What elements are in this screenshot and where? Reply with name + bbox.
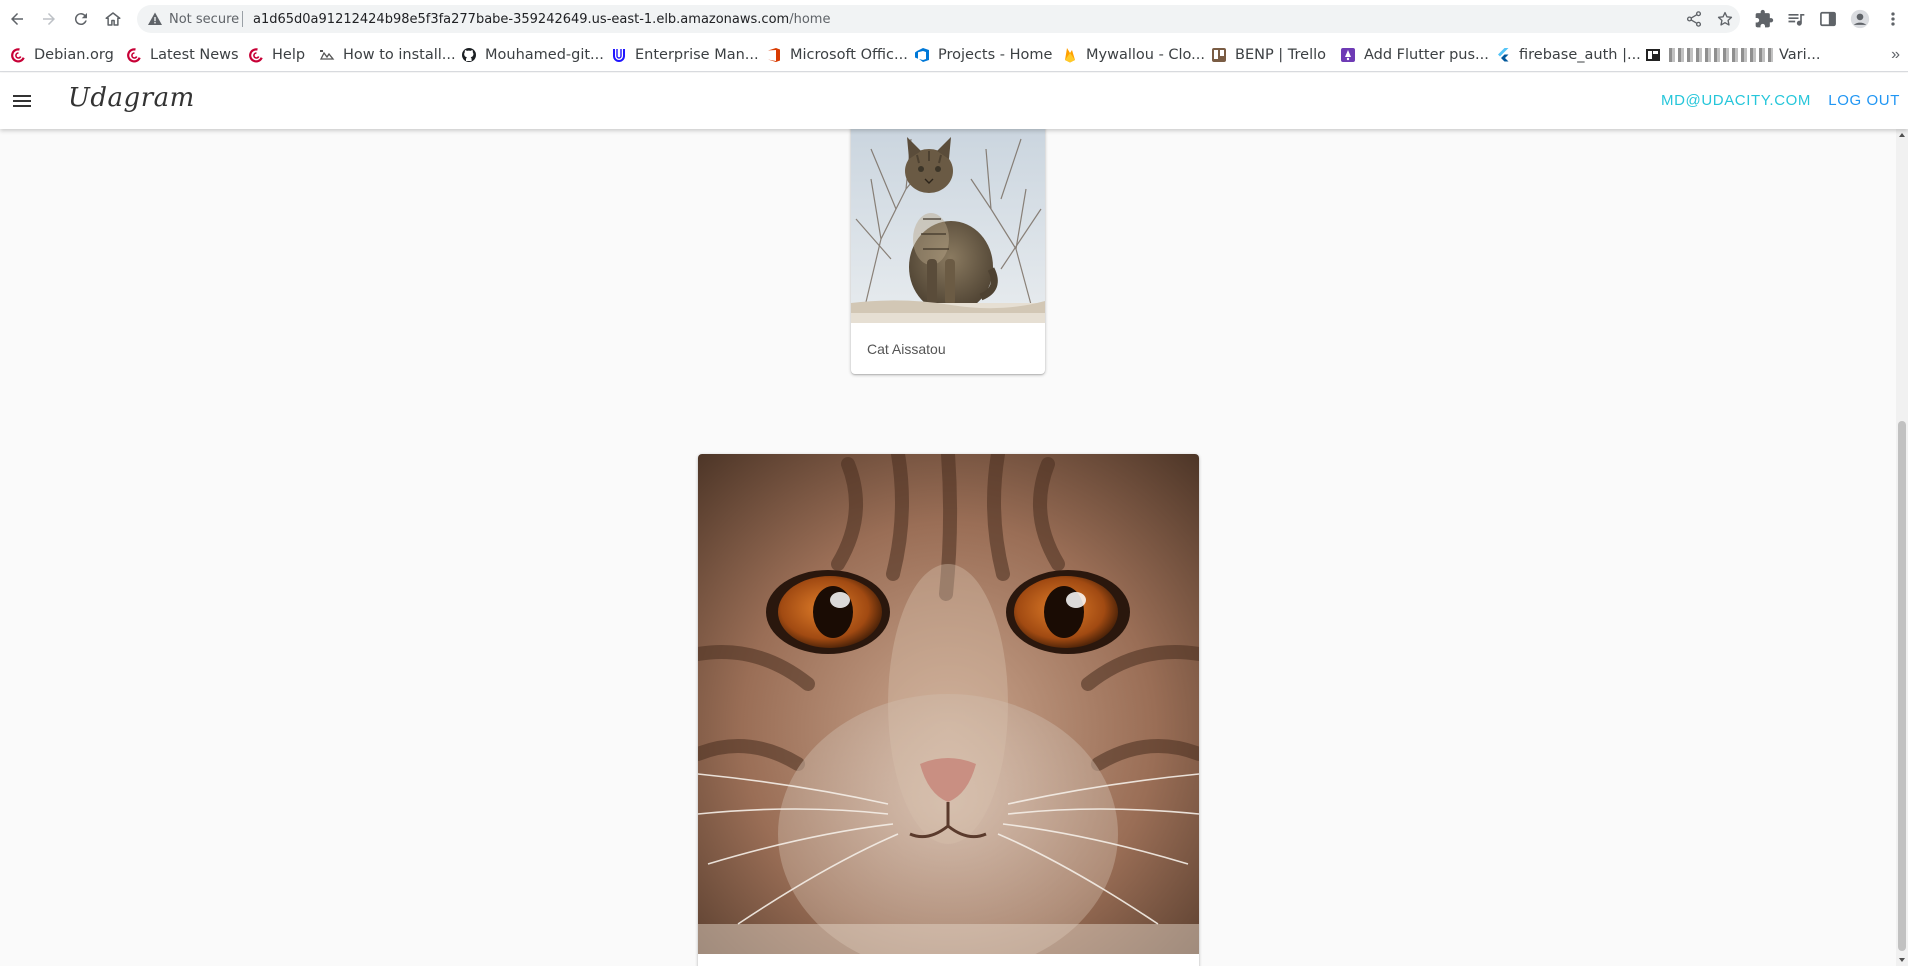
feed-card: Cat Aissatou xyxy=(851,129,1045,374)
bookmark-label: Projects - Home xyxy=(938,47,1053,63)
scroll-down-arrow-icon[interactable] xyxy=(1898,956,1906,964)
forward-button[interactable] xyxy=(37,7,61,31)
bookmark-label: Debian.org xyxy=(34,47,114,63)
more-bookmarks-icon[interactable]: » xyxy=(1891,46,1900,64)
address-bar[interactable]: Not secure a1d65d0a91212424b98e5f3fa277b… xyxy=(137,5,1740,33)
reload-icon xyxy=(74,13,87,26)
back-button[interactable] xyxy=(5,7,29,31)
office-icon xyxy=(768,48,780,62)
more-menu-icon[interactable] xyxy=(1886,9,1900,29)
app-toolbar: Udagram MD@UDACITY.COM LOG OUT xyxy=(0,73,1908,129)
bookmark-item[interactable]: Mouhamed-git... xyxy=(461,45,604,65)
bookmark-item[interactable]: Add Flutter pus... xyxy=(1340,45,1489,65)
bookmark-label: Enterprise Man... xyxy=(635,47,759,63)
share-icon[interactable] xyxy=(1685,10,1703,28)
debian-icon xyxy=(249,48,263,63)
bookmark-label: firebase_auth |... xyxy=(1519,47,1641,63)
bookmark-item[interactable]: Debian.org xyxy=(10,45,114,65)
media-control-icon[interactable] xyxy=(1786,9,1806,29)
user-email-link[interactable]: MD@UDACITY.COM xyxy=(1661,92,1811,109)
bookmark-item[interactable]: Enterprise Man... xyxy=(611,45,759,65)
bookmark-item[interactable]: BENP | Trello xyxy=(1211,45,1326,65)
purple-icon xyxy=(1341,48,1355,62)
udacity-icon xyxy=(613,49,625,62)
reload-button[interactable] xyxy=(69,7,93,31)
bookmark-label: Mouhamed-git... xyxy=(485,47,604,63)
page-icon xyxy=(319,50,335,60)
bookmark-item[interactable]: firebase_auth |... xyxy=(1495,45,1641,65)
bookmark-label: Mywallou - Clo... xyxy=(1086,47,1206,63)
bookmark-label: Add Flutter pus... xyxy=(1364,47,1489,63)
right-eye xyxy=(1006,570,1130,654)
bookmark-item[interactable]: Microsoft Offic... xyxy=(766,45,908,65)
bookmark-item[interactable]: Projects - Home xyxy=(914,45,1052,65)
forward-arrow-icon xyxy=(43,13,55,25)
scroll-up-arrow-icon[interactable] xyxy=(1898,131,1906,139)
url-path: /home xyxy=(789,12,831,27)
bookmark-star-icon[interactable] xyxy=(1716,10,1734,28)
security-label[interactable]: Not secure xyxy=(169,12,239,27)
url-host: a1d65d0a91212424b98e5f3fa277babe-3592426… xyxy=(253,12,790,27)
debian-icon xyxy=(127,48,141,63)
home-button[interactable] xyxy=(101,7,125,31)
garbled-glyphs xyxy=(1669,48,1773,62)
back-arrow-icon xyxy=(11,13,23,25)
bookmark-label: Microsoft Offic... xyxy=(790,47,908,63)
page-icon xyxy=(1646,49,1660,61)
bookmark-label: Help xyxy=(272,47,306,63)
left-eye xyxy=(766,570,890,654)
bookmark-label: BENP | Trello xyxy=(1235,47,1327,63)
page-scrollbar[interactable] xyxy=(1896,129,1908,966)
azure-devops-icon xyxy=(915,48,929,62)
trello-icon xyxy=(1212,48,1226,62)
feed-card xyxy=(698,454,1199,966)
bookmark-item[interactable]: Help xyxy=(248,45,305,65)
bookmark-item[interactable]: Latest News xyxy=(126,45,239,65)
omnibox-divider xyxy=(242,11,243,27)
firebase-icon xyxy=(1065,48,1075,63)
logout-button[interactable]: LOG OUT xyxy=(1828,92,1900,109)
bookmark-item[interactable]: How to install... xyxy=(319,45,456,65)
profile-avatar-icon[interactable] xyxy=(1850,9,1870,29)
bookmark-item[interactable]: Vari... xyxy=(1645,45,1821,65)
home-icon xyxy=(105,12,121,26)
card-caption: Cat Aissatou xyxy=(867,341,946,357)
url-text[interactable]: a1d65d0a91212424b98e5f3fa277babe-3592426… xyxy=(253,12,830,27)
bookmark-item[interactable]: Mywallou - Clo... xyxy=(1062,45,1205,65)
bookmarks-bar: Debian.org Latest News Help How to insta… xyxy=(0,38,1908,72)
hamburger-menu-icon[interactable] xyxy=(10,89,34,113)
bookmark-label: How to install... xyxy=(343,47,456,63)
flutter-icon xyxy=(1498,48,1509,62)
browser-toolbar: Not secure a1d65d0a91212424b98e5f3fa277b… xyxy=(0,0,1908,38)
app-brand[interactable]: Udagram xyxy=(68,83,195,113)
debian-icon xyxy=(11,48,25,63)
github-icon xyxy=(462,48,476,62)
bookmark-label: Vari... xyxy=(1779,47,1821,63)
side-panel-icon[interactable] xyxy=(1818,9,1838,29)
warning-icon xyxy=(148,12,162,25)
feed-content: Cat Aissatou xyxy=(0,129,1908,966)
bookmark-label: Latest News xyxy=(150,47,239,63)
tabby-cat-photo xyxy=(851,129,1045,323)
extensions-icon[interactable] xyxy=(1754,9,1774,29)
scrollbar-thumb[interactable] xyxy=(1898,421,1906,951)
cat-face-closeup-photo xyxy=(698,454,1199,954)
